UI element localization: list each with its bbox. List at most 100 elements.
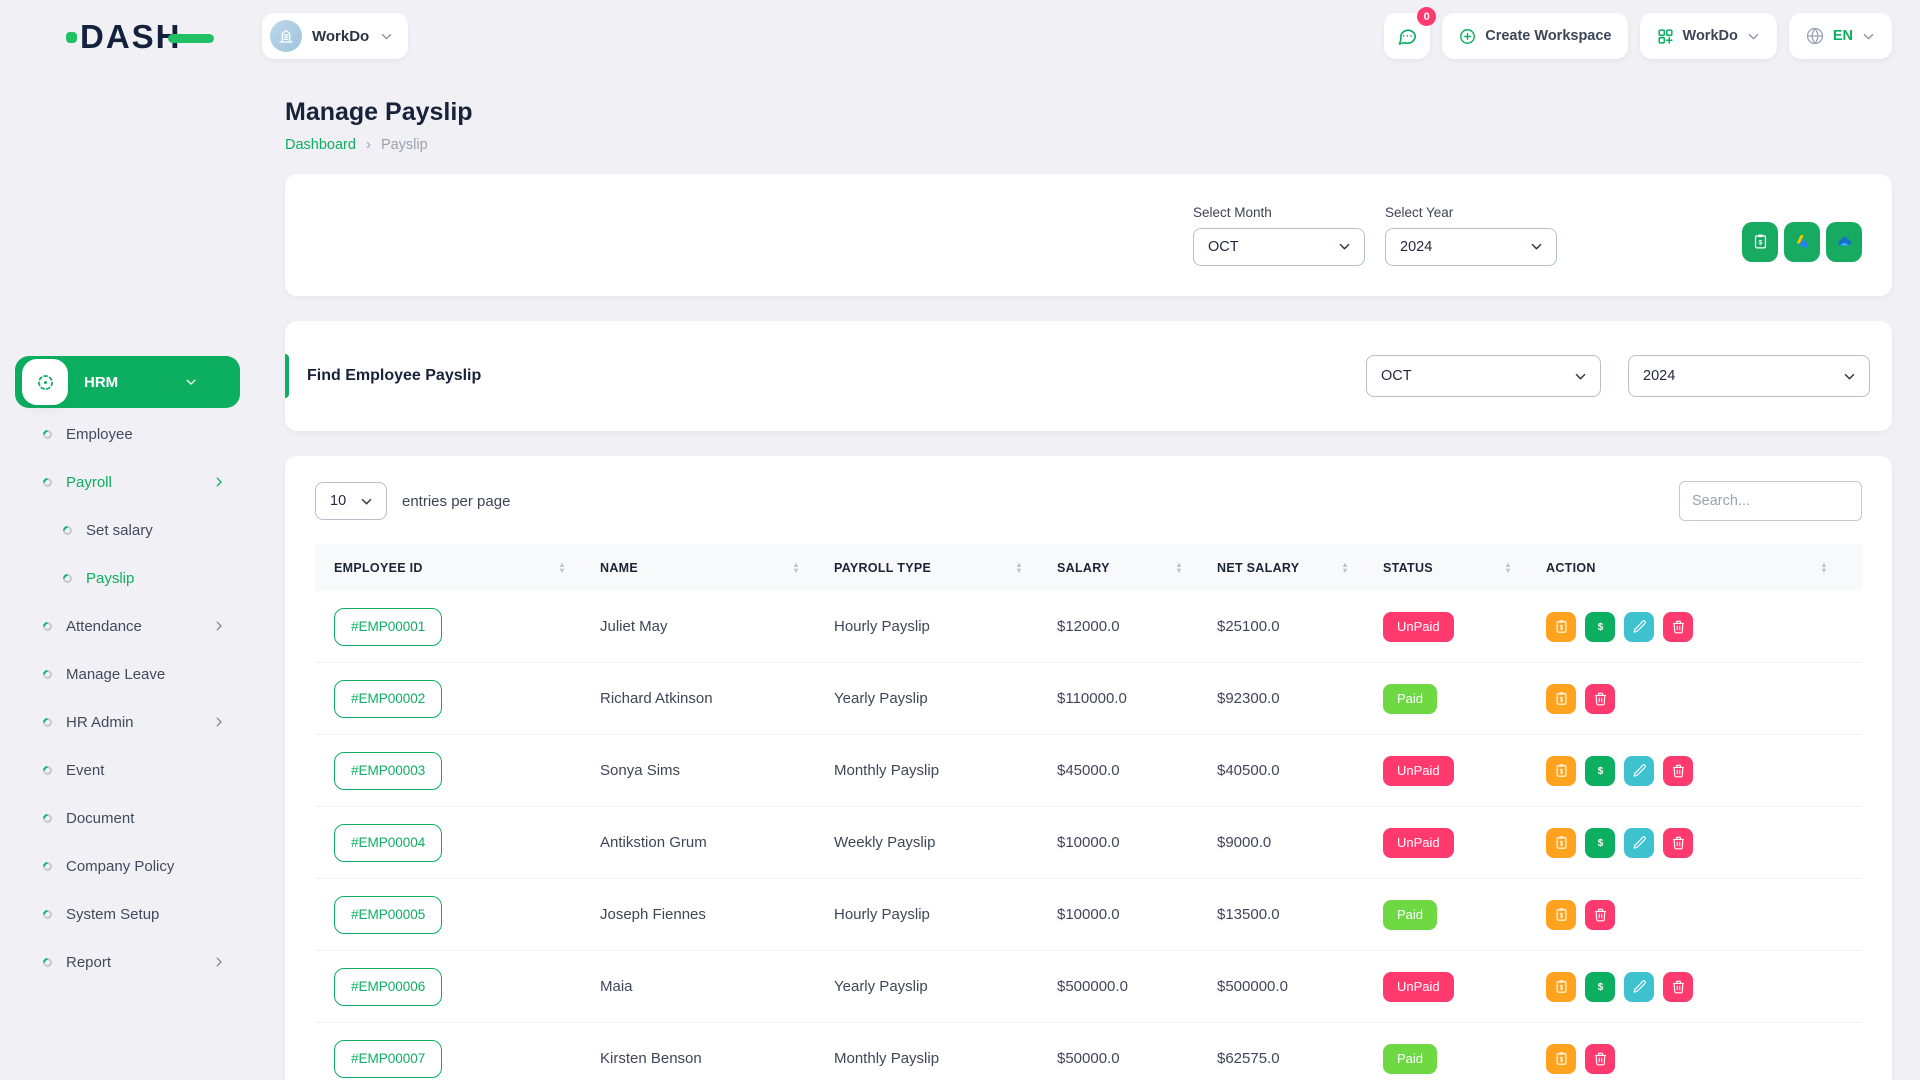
breadcrumb-dashboard-link[interactable]: Dashboard <box>285 137 356 153</box>
messages-button[interactable]: 0 <box>1384 13 1430 59</box>
payslip-button[interactable]: $ <box>1546 612 1576 642</box>
row-actions: $$ <box>1546 972 1862 1002</box>
grid-plus-icon <box>1656 27 1675 46</box>
delete-button[interactable] <box>1663 612 1693 642</box>
sort-arrows-icon: ▲▼ <box>792 562 800 574</box>
salary-cell: $50000.0 <box>1057 1050 1217 1067</box>
delete-button[interactable] <box>1585 1044 1615 1074</box>
sidebar-item-payslip[interactable]: Payslip <box>15 554 240 602</box>
pay-button[interactable]: $ <box>1585 612 1615 642</box>
employee-id-badge[interactable]: #EMP00007 <box>334 1040 442 1078</box>
delete-button[interactable] <box>1585 900 1615 930</box>
sidebar-item-document[interactable]: Document <box>15 794 240 842</box>
employee-name-cell: Kirsten Benson <box>600 1050 834 1067</box>
table-row: #EMP00007Kirsten BensonMonthly Payslip$5… <box>315 1023 1862 1080</box>
table-body: #EMP00001Juliet MayHourly Payslip$12000.… <box>315 591 1862 1080</box>
chat-icon <box>1396 25 1418 47</box>
onedrive-export-button[interactable] <box>1826 222 1862 262</box>
column-header-net-salary[interactable]: NET SALARY▲▼ <box>1217 561 1383 575</box>
delete-button[interactable] <box>1585 684 1615 714</box>
edit-button[interactable] <box>1624 972 1654 1002</box>
sidebar-item-event[interactable]: Event <box>15 746 240 794</box>
salary-cell: $500000.0 <box>1057 978 1217 995</box>
edit-button[interactable] <box>1624 756 1654 786</box>
table-row: #EMP00002Richard AtkinsonYearly Payslip$… <box>315 663 1862 735</box>
sidebar-item-attendance[interactable]: Attendance <box>15 602 240 650</box>
app-menu-button[interactable]: WorkDo <box>1640 13 1777 59</box>
svg-text:$: $ <box>1559 1057 1563 1063</box>
salary-cell: $12000.0 <box>1057 618 1217 635</box>
net-salary-cell: $500000.0 <box>1217 978 1383 995</box>
employee-id-badge[interactable]: #EMP00001 <box>334 608 442 646</box>
edit-button[interactable] <box>1624 612 1654 642</box>
sidebar-item-employee[interactable]: Employee <box>15 410 240 458</box>
column-header-name[interactable]: NAME▲▼ <box>600 561 834 575</box>
sidebar-item-report[interactable]: Report <box>15 938 240 986</box>
employee-id-badge[interactable]: #EMP00002 <box>334 680 442 718</box>
clipboard-dollar-icon: $ <box>1554 907 1569 922</box>
top-bar: DASH WorkDo 0 Create Workspace WorkDo <box>0 0 1920 72</box>
trash-icon <box>1593 691 1608 706</box>
column-header-status[interactable]: STATUS▲▼ <box>1383 561 1546 575</box>
month-select[interactable]: OCT <box>1193 228 1365 266</box>
find-year-select[interactable]: 2024 <box>1628 355 1870 397</box>
sidebar-item-manage-leave[interactable]: Manage Leave <box>15 650 240 698</box>
app-logo[interactable]: DASH <box>66 20 214 53</box>
language-selector[interactable]: EN <box>1789 13 1892 59</box>
bullet-icon <box>41 668 54 681</box>
column-header-action[interactable]: ACTION▲▼ <box>1546 561 1862 575</box>
edit-button[interactable] <box>1624 828 1654 858</box>
employee-id-badge[interactable]: #EMP00004 <box>334 824 442 862</box>
payslip-button[interactable]: $ <box>1546 684 1576 714</box>
clipboard-dollar-icon: $ <box>1554 619 1569 634</box>
delete-button[interactable] <box>1663 756 1693 786</box>
pay-button[interactable]: $ <box>1585 828 1615 858</box>
employee-id-badge[interactable]: #EMP00006 <box>334 968 442 1006</box>
payslip-button[interactable]: $ <box>1546 900 1576 930</box>
column-header-payroll-type[interactable]: PAYROLL TYPE▲▼ <box>834 561 1057 575</box>
svg-text:$: $ <box>1559 769 1563 775</box>
sidebar-item-payroll[interactable]: Payroll <box>15 458 240 506</box>
column-header-salary[interactable]: SALARY▲▼ <box>1057 561 1217 575</box>
payslip-button[interactable]: $ <box>1546 828 1576 858</box>
payslip-button[interactable]: $ <box>1546 1044 1576 1074</box>
create-workspace-button[interactable]: Create Workspace <box>1442 13 1627 59</box>
sidebar-item-hrm[interactable]: HRM <box>15 356 240 408</box>
column-header-employee-id[interactable]: EMPLOYEE ID▲▼ <box>334 561 600 575</box>
sidebar-item-label: HR Admin <box>66 714 212 731</box>
row-actions: $ <box>1546 1044 1862 1074</box>
payroll-type-cell: Hourly Payslip <box>834 906 1057 923</box>
net-salary-cell: $25100.0 <box>1217 618 1383 635</box>
svg-text:$: $ <box>1559 841 1563 847</box>
bullet-icon <box>41 764 54 777</box>
payslip-button[interactable]: $ <box>1546 756 1576 786</box>
workspace-switcher[interactable]: WorkDo <box>262 13 408 59</box>
employee-name-cell: Sonya Sims <box>600 762 834 779</box>
employee-id-badge[interactable]: #EMP00003 <box>334 752 442 790</box>
export-button-group: $ <box>1742 222 1862 262</box>
chevron-down-icon <box>184 375 198 389</box>
select-month-group: Select Month OCT <box>1193 205 1365 266</box>
delete-button[interactable] <box>1663 972 1693 1002</box>
pay-button[interactable]: $ <box>1585 756 1615 786</box>
sidebar-item-company-policy[interactable]: Company Policy <box>15 842 240 890</box>
payslip-button[interactable]: $ <box>1546 972 1576 1002</box>
employee-id-badge[interactable]: #EMP00005 <box>334 896 442 934</box>
bulk-payment-button[interactable]: $ <box>1742 222 1778 262</box>
page-size-select[interactable]: 10 <box>315 482 387 520</box>
status-badge: UnPaid <box>1383 972 1454 1002</box>
table-row: #EMP00004Antikstion GrumWeekly Payslip$1… <box>315 807 1862 879</box>
delete-button[interactable] <box>1663 828 1693 858</box>
sidebar-item-set-salary[interactable]: Set salary <box>15 506 240 554</box>
messages-count-badge: 0 <box>1417 7 1436 26</box>
dollar-icon: $ <box>1593 763 1608 778</box>
chevron-down-icon <box>1529 239 1544 254</box>
google-drive-export-button[interactable] <box>1784 222 1820 262</box>
find-month-select[interactable]: OCT <box>1366 355 1601 397</box>
year-select[interactable]: 2024 <box>1385 228 1557 266</box>
clipboard-dollar-icon: $ <box>1554 691 1569 706</box>
pay-button[interactable]: $ <box>1585 972 1615 1002</box>
search-input[interactable] <box>1679 481 1862 521</box>
sidebar-item-system-setup[interactable]: System Setup <box>15 890 240 938</box>
sidebar-item-hr-admin[interactable]: HR Admin <box>15 698 240 746</box>
